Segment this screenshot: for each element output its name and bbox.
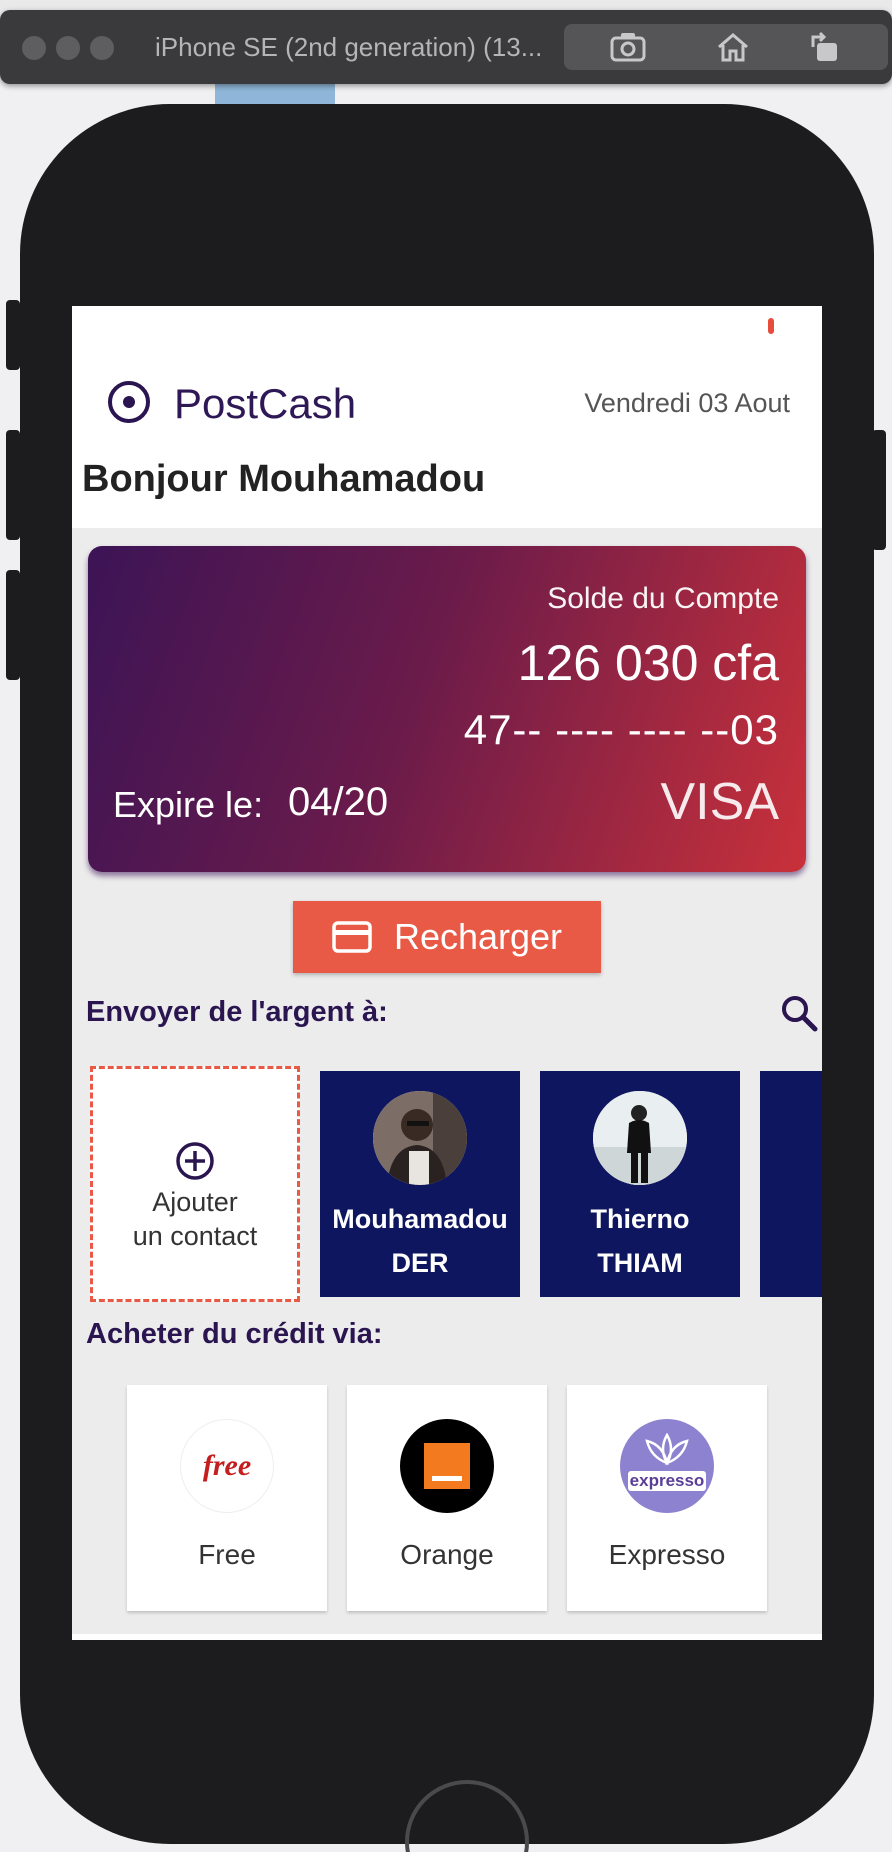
add-contact-button[interactable]: Ajouter un contact (90, 1066, 300, 1302)
operator-name: Expresso (608, 1539, 726, 1570)
mute-switch (6, 300, 20, 370)
add-contact-label-2: un contact (132, 1221, 258, 1251)
orange-logo-icon (400, 1419, 494, 1513)
bottom-bar (72, 1634, 822, 1640)
status-indicator (768, 318, 774, 334)
zoom-window-button[interactable] (90, 36, 114, 60)
card-number: 47-- ---- ---- --03 (463, 706, 779, 753)
buy-credit-title: Acheter du crédit via: (86, 1318, 383, 1350)
card-brand: VISA (660, 773, 780, 831)
avatar (593, 1091, 687, 1185)
credit-card-icon (332, 921, 372, 953)
operator-name: Free (198, 1539, 256, 1570)
simulator-title: iPhone SE (2nd generation) (13... (155, 32, 543, 62)
recharge-button[interactable]: Recharger (293, 901, 601, 973)
contact-first-name: Mouhamadou (332, 1204, 508, 1234)
search-icon[interactable] (780, 994, 818, 1032)
power-button (872, 430, 886, 550)
close-window-button[interactable] (22, 36, 46, 60)
contact-first-name: Thierno (590, 1204, 690, 1234)
home-icon (718, 33, 748, 62)
operator-expresso[interactable]: expresso Expresso (567, 1385, 767, 1611)
logo-icon (108, 381, 150, 423)
current-date: Vendredi 03 Aout (584, 388, 790, 418)
avatar (373, 1091, 467, 1185)
greeting: Bonjour Mouhamadou (82, 458, 486, 500)
balance-label: Solde du Compte (547, 582, 779, 615)
operator-name: Orange (400, 1539, 494, 1570)
physical-home-button[interactable] (405, 1780, 529, 1852)
minimize-window-button[interactable] (56, 36, 80, 60)
contact-card[interactable]: Mouhamadou DER (320, 1071, 520, 1297)
free-logo-text: free (202, 1449, 252, 1482)
balance-value: 126 030 cfa (517, 635, 779, 691)
volume-down-button (6, 570, 20, 680)
expresso-logo-icon: expresso (620, 1419, 714, 1513)
operator-orange[interactable]: Orange (347, 1385, 547, 1611)
app-screen: PostCash Vendredi 03 Aout Bonjour Mouham… (72, 306, 822, 1640)
plus-circle-icon (176, 1142, 214, 1180)
free-logo-icon: free (180, 1419, 274, 1513)
operator-free[interactable]: free Free (127, 1385, 327, 1611)
camera-icon (610, 33, 646, 62)
app-brand: PostCash (174, 380, 357, 427)
contact-last-name: THIAM (597, 1248, 683, 1278)
contact-card[interactable]: Thierno THIAM (540, 1071, 740, 1297)
contact-last-name: DER (391, 1248, 449, 1278)
rotate-icon (811, 31, 837, 61)
contact-card-partial[interactable] (760, 1071, 822, 1297)
add-contact-label-1: Ajouter (152, 1187, 238, 1217)
simulator-toolbar: iPhone SE (2nd generation) (13... (0, 10, 892, 84)
account-card[interactable]: Solde du Compte 126 030 cfa 47-- ---- --… (88, 546, 806, 872)
expresso-logo-text: expresso (627, 1471, 707, 1491)
expiry-label: Expire le: (113, 784, 264, 825)
rotate-button[interactable] (760, 24, 888, 70)
expiry-value: 04/20 (288, 780, 389, 824)
send-money-title: Envoyer de l'argent à: (86, 996, 388, 1028)
volume-up-button (6, 430, 20, 540)
recharge-label: Recharger (393, 916, 563, 957)
